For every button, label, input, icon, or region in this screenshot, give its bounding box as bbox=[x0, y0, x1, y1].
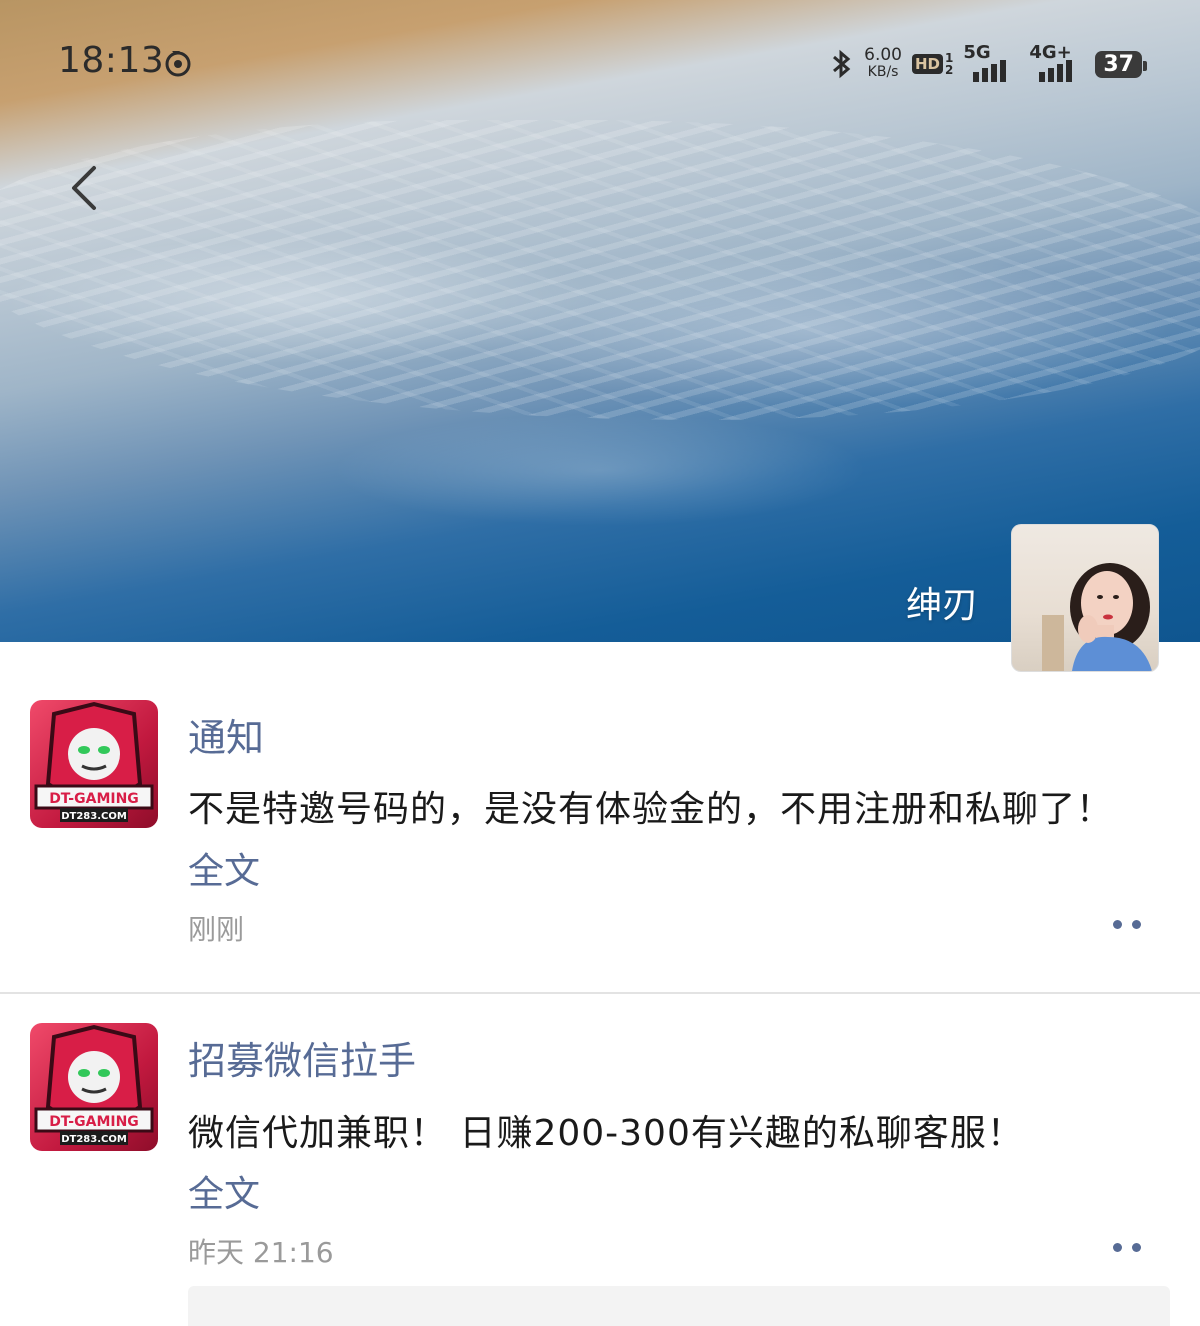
status-bar: 18:13 6.00 KB/s HD 1 2 5G 4G+ 37 bbox=[0, 40, 1200, 90]
profile-name[interactable]: 绅刃 bbox=[906, 576, 978, 628]
profile-avatar[interactable] bbox=[1011, 524, 1159, 672]
more-dot-icon bbox=[1113, 1242, 1122, 1252]
avatar-site-text: DT283.COM bbox=[61, 1134, 127, 1145]
post-time: 刚刚 bbox=[188, 913, 245, 946]
bluetooth-icon bbox=[833, 49, 851, 79]
post-text: 微信代加兼职！ 日赚200-300有兴趣的私聊客服！ bbox=[188, 1113, 1024, 1154]
avatar-site-text: DT283.COM bbox=[61, 811, 127, 822]
network-speed-unit: KB/s bbox=[867, 64, 899, 80]
dt-gaming-logo-icon: DT-GAMING DT283.COM bbox=[34, 701, 154, 822]
full-text-link[interactable]: 全文 bbox=[188, 1165, 260, 1217]
user-photo-icon bbox=[1042, 563, 1152, 671]
more-dot-icon bbox=[1132, 1242, 1141, 1252]
signal-bars-icon bbox=[973, 60, 1007, 82]
post-author-name[interactable]: 招募微信拉手 bbox=[188, 1030, 416, 1085]
post-text: 不是特邀号码的，是没有体验金的，不用注册和私聊了！ bbox=[188, 789, 1114, 830]
post-author-name[interactable]: 通知 bbox=[188, 707, 264, 762]
network-speed: 6.00 KB/s bbox=[864, 47, 902, 81]
more-dot-icon bbox=[1132, 919, 1141, 929]
network-speed-value: 6.00 bbox=[864, 45, 902, 65]
cover-wave-foam bbox=[0, 120, 1200, 420]
post-author-avatar[interactable]: DT-GAMING DT283.COM bbox=[30, 700, 158, 828]
signal-bars-icon bbox=[1039, 60, 1073, 82]
signal-5g: 5G bbox=[963, 42, 1019, 82]
avatar-brand-text: DT-GAMING bbox=[49, 1114, 139, 1130]
status-time: 18:13 bbox=[58, 40, 165, 81]
dt-gaming-logo-icon: DT-GAMING DT283.COM bbox=[34, 1024, 154, 1145]
post-author-avatar[interactable]: DT-GAMING DT283.COM bbox=[30, 1023, 158, 1151]
post-more-button[interactable] bbox=[1100, 909, 1154, 939]
hd-voice-indicator: HD 1 2 bbox=[912, 52, 953, 76]
post-divider bbox=[0, 992, 1200, 994]
more-dot-icon bbox=[1113, 919, 1122, 929]
battery-indicator: 37 bbox=[1095, 50, 1147, 78]
sync-icon bbox=[165, 51, 191, 77]
hd-label: HD bbox=[912, 54, 944, 74]
back-button[interactable] bbox=[60, 160, 110, 216]
status-indicators: 6.00 KB/s HD 1 2 5G 4G+ 37 bbox=[830, 42, 1147, 84]
full-text-link[interactable]: 全文 bbox=[188, 842, 260, 894]
post-time: 昨天 21:16 bbox=[188, 1236, 334, 1269]
signal-4g: 4G+ bbox=[1029, 42, 1085, 82]
hd-sub-2: 2 bbox=[945, 63, 954, 77]
post-more-button[interactable] bbox=[1100, 1232, 1154, 1262]
chevron-left-icon bbox=[72, 166, 96, 210]
avatar-brand-text: DT-GAMING bbox=[49, 791, 139, 807]
comment-area bbox=[188, 1286, 1170, 1326]
